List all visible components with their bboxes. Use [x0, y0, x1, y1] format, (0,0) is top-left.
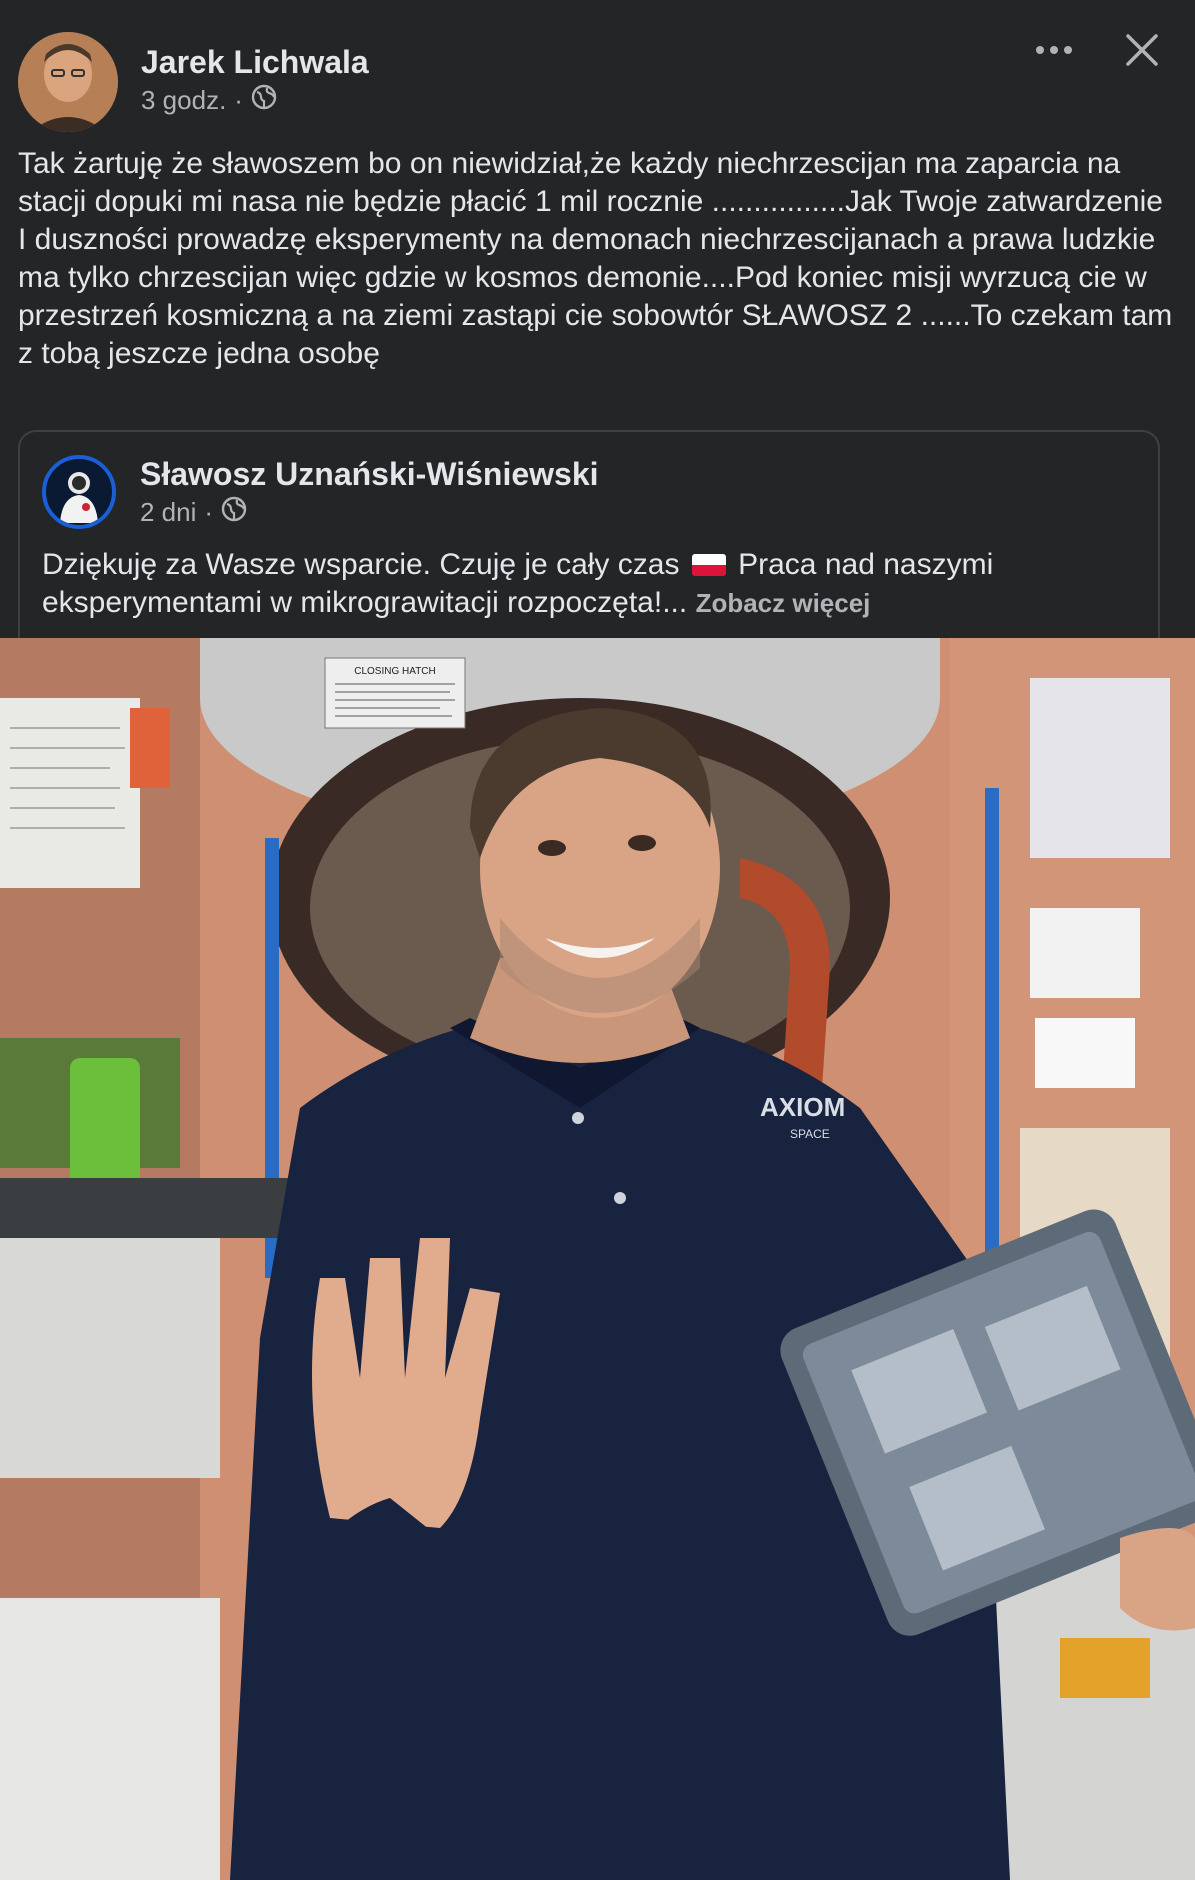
- shared-post-text: Dziękuję za Wasze wsparcie. Czuję je cał…: [42, 546, 1142, 622]
- shared-post-card[interactable]: Sławosz Uznański-Wiśniewski 2 dni · Dzię…: [18, 430, 1160, 670]
- post-photo[interactable]: CLOSING HATCH AXIOM SPACE: [0, 638, 1195, 1880]
- more-options-icon: [1034, 43, 1074, 61]
- shared-post-meta: 2 dni ·: [140, 496, 247, 529]
- photo-brand: AXIOM: [760, 1092, 845, 1122]
- close-button[interactable]: [1118, 28, 1166, 76]
- poland-flag-icon: [691, 554, 726, 576]
- globe-icon: [221, 496, 247, 529]
- post-meta: 3 godz. ·: [141, 84, 277, 117]
- shared-author-name[interactable]: Sławosz Uznański-Wiśniewski: [140, 456, 599, 493]
- post-time[interactable]: 3 godz.: [141, 85, 226, 116]
- hatch-label: CLOSING HATCH: [354, 666, 436, 677]
- more-options-button[interactable]: [1030, 28, 1078, 76]
- meta-separator: ·: [204, 497, 214, 527]
- see-more-link[interactable]: Zobacz więcej: [696, 588, 871, 618]
- meta-separator: ·: [234, 85, 243, 115]
- shared-post-time[interactable]: 2 dni: [140, 497, 196, 528]
- post-text: Tak żartuję że sławoszem bo on niewidzia…: [18, 147, 1173, 370]
- globe-icon: [251, 84, 277, 117]
- post-header: Jarek Lichwala 3 godz. ·: [0, 0, 1195, 150]
- photo-brand-sub: SPACE: [790, 1127, 830, 1141]
- shared-author-avatar[interactable]: [42, 455, 116, 529]
- close-icon: [1125, 33, 1159, 72]
- author-avatar[interactable]: [18, 32, 118, 132]
- author-name[interactable]: Jarek Lichwala: [141, 44, 369, 81]
- shared-text-part-1: Dziękuję za Wasze wsparcie. Czuję je cał…: [42, 548, 688, 581]
